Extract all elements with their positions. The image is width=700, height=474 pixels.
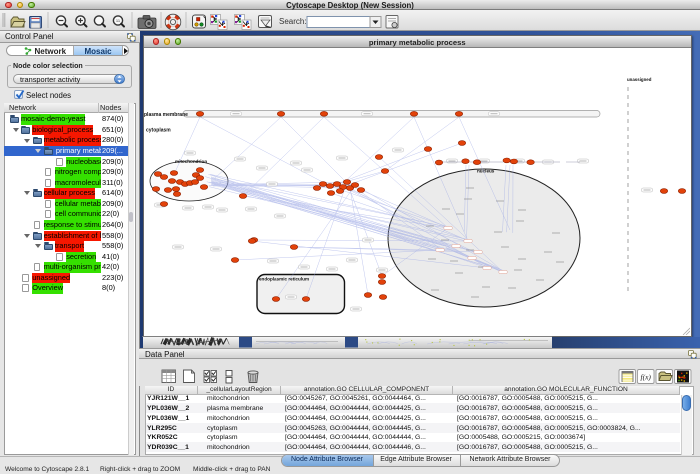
svg-text:f(x): f(x) (640, 373, 651, 382)
